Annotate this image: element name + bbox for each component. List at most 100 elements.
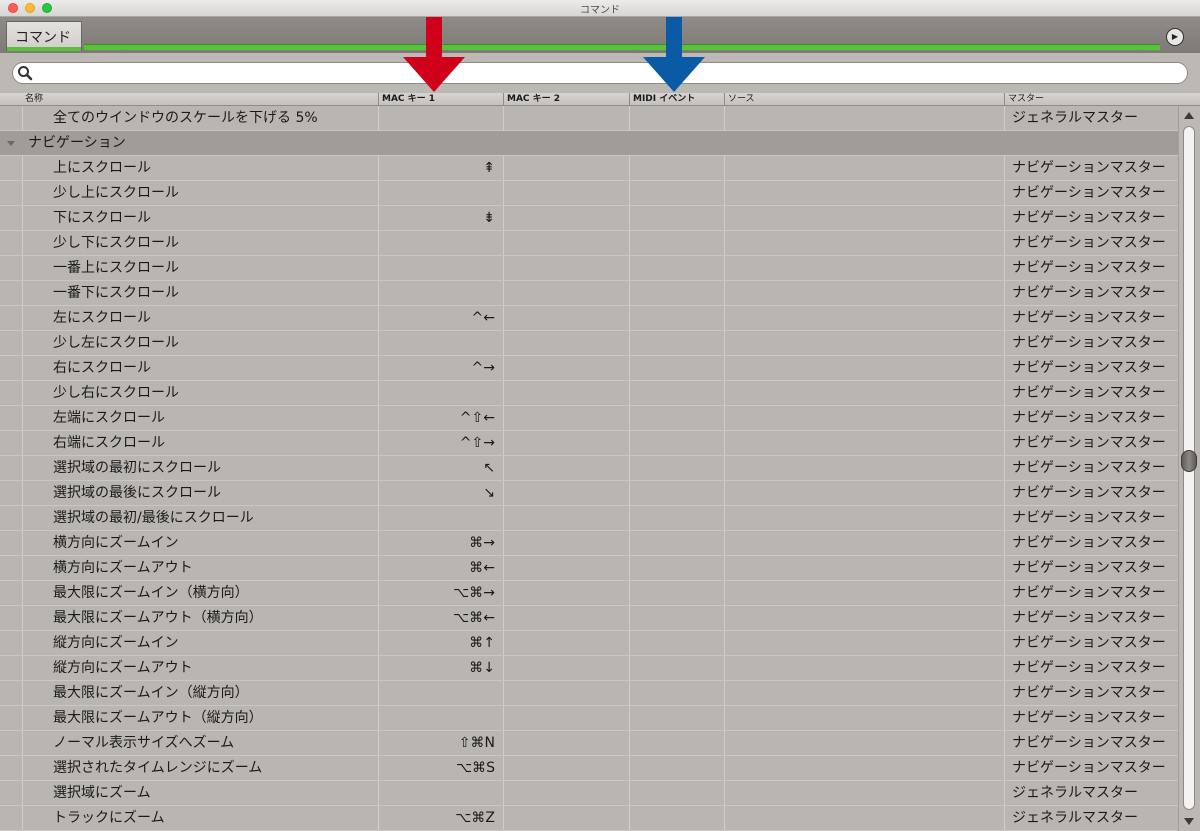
midi-event-cell[interactable] (629, 506, 724, 530)
table-row[interactable]: 少し上にスクロール ナビゲーションマスター (0, 181, 1178, 206)
mac-key-1-cell[interactable]: ^⇧→ (378, 431, 503, 455)
mac-key-2-cell[interactable] (503, 581, 629, 605)
table-row[interactable]: 選択域の最後にスクロール ↘ ナビゲーションマスター (0, 481, 1178, 506)
mac-key-1-cell[interactable] (378, 706, 503, 730)
table-row[interactable]: トラックにズーム ⌥⌘Z ジェネラルマスター (0, 806, 1178, 831)
column-header-source[interactable]: ソース (724, 93, 1004, 105)
mac-key-2-cell[interactable] (503, 706, 629, 730)
midi-event-cell[interactable] (629, 106, 724, 130)
midi-event-cell[interactable] (629, 756, 724, 780)
mac-key-1-cell[interactable]: ⇞ (378, 156, 503, 180)
midi-event-cell[interactable] (629, 156, 724, 180)
search-field[interactable] (12, 62, 1188, 84)
midi-event-cell[interactable] (629, 531, 724, 555)
midi-event-cell[interactable] (629, 181, 724, 205)
column-header-mac-key-1[interactable]: MAC キー 1 (378, 93, 503, 105)
table-row[interactable]: 選択されたタイムレンジにズーム ⌥⌘S ナビゲーションマスター (0, 756, 1178, 781)
mac-key-1-cell[interactable] (378, 181, 503, 205)
midi-event-cell[interactable] (629, 256, 724, 280)
mac-key-2-cell[interactable] (503, 156, 629, 180)
mac-key-2-cell[interactable] (503, 281, 629, 305)
midi-event-cell[interactable] (629, 381, 724, 405)
midi-event-cell[interactable] (629, 806, 724, 830)
table-row[interactable]: 選択域の最初にスクロール ↖ ナビゲーションマスター (0, 456, 1178, 481)
column-header-mac-key-2[interactable]: MAC キー 2 (503, 93, 629, 105)
mac-key-2-cell[interactable] (503, 681, 629, 705)
mac-key-2-cell[interactable] (503, 381, 629, 405)
table-row[interactable]: 横方向にズームアウト ⌘← ナビゲーションマスター (0, 556, 1178, 581)
table-row[interactable]: 最大限にズームアウト（横方向） ⌥⌘← ナビゲーションマスター (0, 606, 1178, 631)
scroll-thumb[interactable] (1181, 450, 1197, 472)
mac-key-2-cell[interactable] (503, 406, 629, 430)
midi-event-cell[interactable] (629, 331, 724, 355)
mac-key-1-cell[interactable]: ⌥⌘← (378, 606, 503, 630)
mac-key-1-cell[interactable]: ⇟ (378, 206, 503, 230)
mac-key-2-cell[interactable] (503, 481, 629, 505)
table-row[interactable]: 選択域にズーム ジェネラルマスター (0, 781, 1178, 806)
mac-key-2-cell[interactable] (503, 631, 629, 655)
table-row[interactable]: 少し左にスクロール ナビゲーションマスター (0, 331, 1178, 356)
tab-commands[interactable]: コマンド (6, 21, 82, 51)
mac-key-1-cell[interactable]: ⌥⌘→ (378, 581, 503, 605)
mac-key-1-cell[interactable] (378, 281, 503, 305)
midi-event-cell[interactable] (629, 706, 724, 730)
mac-key-1-cell[interactable]: ⌥⌘S (378, 756, 503, 780)
column-header-master[interactable]: マスター (1004, 93, 1164, 105)
mac-key-1-cell[interactable] (378, 381, 503, 405)
table-row[interactable]: ノーマル表示サイズへズーム ⇧⌘N ナビゲーションマスター (0, 731, 1178, 756)
mac-key-2-cell[interactable] (503, 806, 629, 830)
mac-key-1-cell[interactable]: ^⇧← (378, 406, 503, 430)
mac-key-2-cell[interactable] (503, 531, 629, 555)
mac-key-2-cell[interactable] (503, 231, 629, 255)
table-row[interactable]: 横方向にズームイン ⌘→ ナビゲーションマスター (0, 531, 1178, 556)
scroll-down-arrow-icon[interactable] (1184, 818, 1194, 825)
mac-key-1-cell[interactable] (378, 506, 503, 530)
mac-key-2-cell[interactable] (503, 731, 629, 755)
mac-key-1-cell[interactable]: ⌥⌘Z (378, 806, 503, 830)
table-row[interactable]: 縦方向にズームイン ⌘↑ ナビゲーションマスター (0, 631, 1178, 656)
scroll-up-arrow-icon[interactable] (1184, 112, 1194, 119)
table-row[interactable]: 左にスクロール ^← ナビゲーションマスター (0, 306, 1178, 331)
mac-key-1-cell[interactable]: ^→ (378, 356, 503, 380)
midi-event-cell[interactable] (629, 581, 724, 605)
mac-key-1-cell[interactable] (378, 681, 503, 705)
midi-event-cell[interactable] (629, 456, 724, 480)
table-row[interactable]: 最大限にズームイン（縦方向） ナビゲーションマスター (0, 681, 1178, 706)
mac-key-2-cell[interactable] (503, 431, 629, 455)
vertical-scrollbar[interactable] (1178, 106, 1200, 831)
midi-event-cell[interactable] (629, 431, 724, 455)
table-row[interactable]: 少し右にスクロール ナビゲーションマスター (0, 381, 1178, 406)
mac-key-2-cell[interactable] (503, 556, 629, 580)
table-row[interactable]: 少し下にスクロール ナビゲーションマスター (0, 231, 1178, 256)
category-row[interactable]: ナビゲーション (0, 131, 1178, 156)
midi-event-cell[interactable] (629, 306, 724, 330)
table-row[interactable]: 右にスクロール ^→ ナビゲーションマスター (0, 356, 1178, 381)
play-icon[interactable]: ▶ (1166, 28, 1184, 46)
table-row[interactable]: 最大限にズームアウト（縦方向） ナビゲーションマスター (0, 706, 1178, 731)
mac-key-1-cell[interactable]: ↖ (378, 456, 503, 480)
midi-event-cell[interactable] (629, 731, 724, 755)
mac-key-1-cell[interactable] (378, 106, 503, 130)
mac-key-2-cell[interactable] (503, 506, 629, 530)
midi-event-cell[interactable] (629, 556, 724, 580)
midi-event-cell[interactable] (629, 631, 724, 655)
mac-key-2-cell[interactable] (503, 256, 629, 280)
column-header-midi-event[interactable]: MIDI イベント (629, 93, 724, 105)
mac-key-1-cell[interactable]: ⌘← (378, 556, 503, 580)
mac-key-2-cell[interactable] (503, 656, 629, 680)
mac-key-2-cell[interactable] (503, 456, 629, 480)
table-row[interactable]: 下にスクロール ⇟ ナビゲーションマスター (0, 206, 1178, 231)
mac-key-1-cell[interactable]: ⌘↑ (378, 631, 503, 655)
table-row[interactable]: 上にスクロール ⇞ ナビゲーションマスター (0, 156, 1178, 181)
mac-key-2-cell[interactable] (503, 781, 629, 805)
midi-event-cell[interactable] (629, 481, 724, 505)
midi-event-cell[interactable] (629, 206, 724, 230)
table-row[interactable]: 左端にスクロール ^⇧← ナビゲーションマスター (0, 406, 1178, 431)
mac-key-2-cell[interactable] (503, 356, 629, 380)
mac-key-1-cell[interactable] (378, 256, 503, 280)
midi-event-cell[interactable] (629, 656, 724, 680)
midi-event-cell[interactable] (629, 281, 724, 305)
table-row[interactable]: 全てのウインドウのスケールを下げる 5% ジェネラルマスター (0, 106, 1178, 131)
mac-key-2-cell[interactable] (503, 331, 629, 355)
mac-key-2-cell[interactable] (503, 206, 629, 230)
